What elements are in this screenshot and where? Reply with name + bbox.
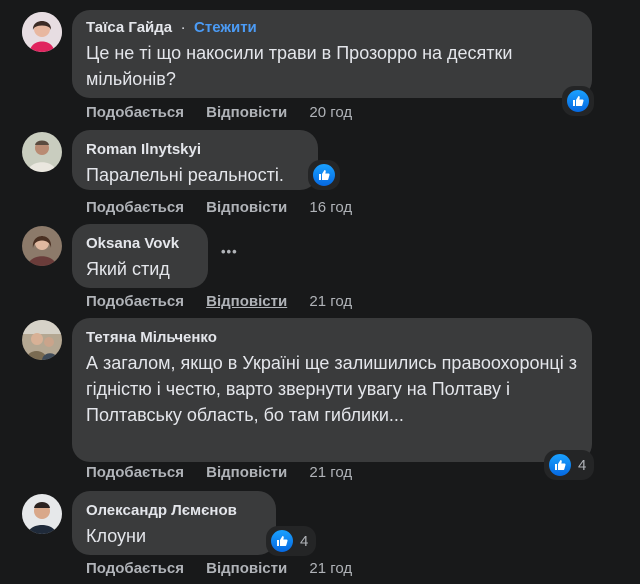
comment-author[interactable]: Oksana Vovk: [86, 234, 194, 254]
comment-bubble: Тетяна Мільченко А загалом, якщо в Украї…: [72, 318, 592, 462]
reply-button[interactable]: Відповісти: [206, 199, 287, 216]
like-button[interactable]: Подобається: [86, 560, 184, 577]
reply-button[interactable]: Відповісти: [206, 464, 287, 481]
like-icon: [565, 88, 591, 114]
reply-button[interactable]: Відповісти: [206, 293, 287, 310]
avatar[interactable]: [22, 320, 62, 360]
timestamp[interactable]: 21 год: [309, 560, 352, 577]
separator-dot: ·: [180, 19, 186, 36]
reaction-count: 4: [578, 456, 587, 474]
comment-author[interactable]: Олександр Лємєнов: [86, 501, 262, 521]
timestamp[interactable]: 16 год: [309, 199, 352, 216]
timestamp[interactable]: 20 год: [309, 104, 352, 121]
reply-button[interactable]: Відповісти: [206, 104, 287, 121]
comment-actions: Подобається Відповісти 21 год: [86, 560, 370, 577]
reaction-summary[interactable]: 4: [544, 450, 595, 480]
like-button[interactable]: Подобається: [86, 199, 184, 216]
comment-actions: Подобається Відповісти 20 год: [86, 104, 370, 121]
reaction-summary[interactable]: [308, 160, 340, 190]
comment-text: А загалом, якщо в Україні ще залишились …: [86, 353, 577, 425]
like-icon: [547, 452, 573, 478]
reaction-summary[interactable]: 4: [266, 526, 317, 556]
comment-bubble: Roman Ilnytskyi Паралельні реальності.: [72, 130, 318, 190]
comment-author[interactable]: Таїса Гайда: [86, 19, 172, 36]
comment-actions: Подобається Відповісти 21 год: [86, 464, 370, 481]
more-options-icon[interactable]: •••: [221, 244, 238, 259]
reply-button[interactable]: Відповісти: [206, 560, 287, 577]
like-icon: [269, 528, 295, 554]
like-button[interactable]: Подобається: [86, 104, 184, 121]
follow-link[interactable]: Стежити: [194, 19, 257, 36]
comment-text: Який стид: [86, 259, 170, 279]
comment-bubble: Oksana Vovk Який стид: [72, 224, 208, 288]
avatar[interactable]: [22, 132, 62, 172]
comment-bubble: Таїса Гайда · Стежити Це не ті що накоси…: [72, 10, 592, 98]
comment-text: Паралельні реальності.: [86, 165, 284, 185]
like-button[interactable]: Подобається: [86, 464, 184, 481]
like-icon: [311, 162, 337, 188]
reaction-count: 4: [300, 532, 309, 550]
comment-actions: Подобається Відповісти 21 год: [86, 293, 370, 310]
timestamp[interactable]: 21 год: [309, 293, 352, 310]
comment-text: Клоуни: [86, 526, 146, 546]
reaction-summary[interactable]: [562, 86, 594, 116]
comment-text: Це не ті що накосили трави в Прозорро на…: [86, 43, 513, 89]
like-button[interactable]: Подобається: [86, 293, 184, 310]
comment-author[interactable]: Тетяна Мільченко: [86, 328, 578, 348]
avatar[interactable]: [22, 226, 62, 266]
comment-author[interactable]: Roman Ilnytskyi: [86, 140, 304, 160]
avatar[interactable]: [22, 494, 62, 534]
comment-bubble: Олександр Лємєнов Клоуни: [72, 491, 276, 555]
comment-actions: Подобається Відповісти 16 год: [86, 199, 370, 216]
timestamp[interactable]: 21 год: [309, 464, 352, 481]
avatar[interactable]: [22, 12, 62, 52]
